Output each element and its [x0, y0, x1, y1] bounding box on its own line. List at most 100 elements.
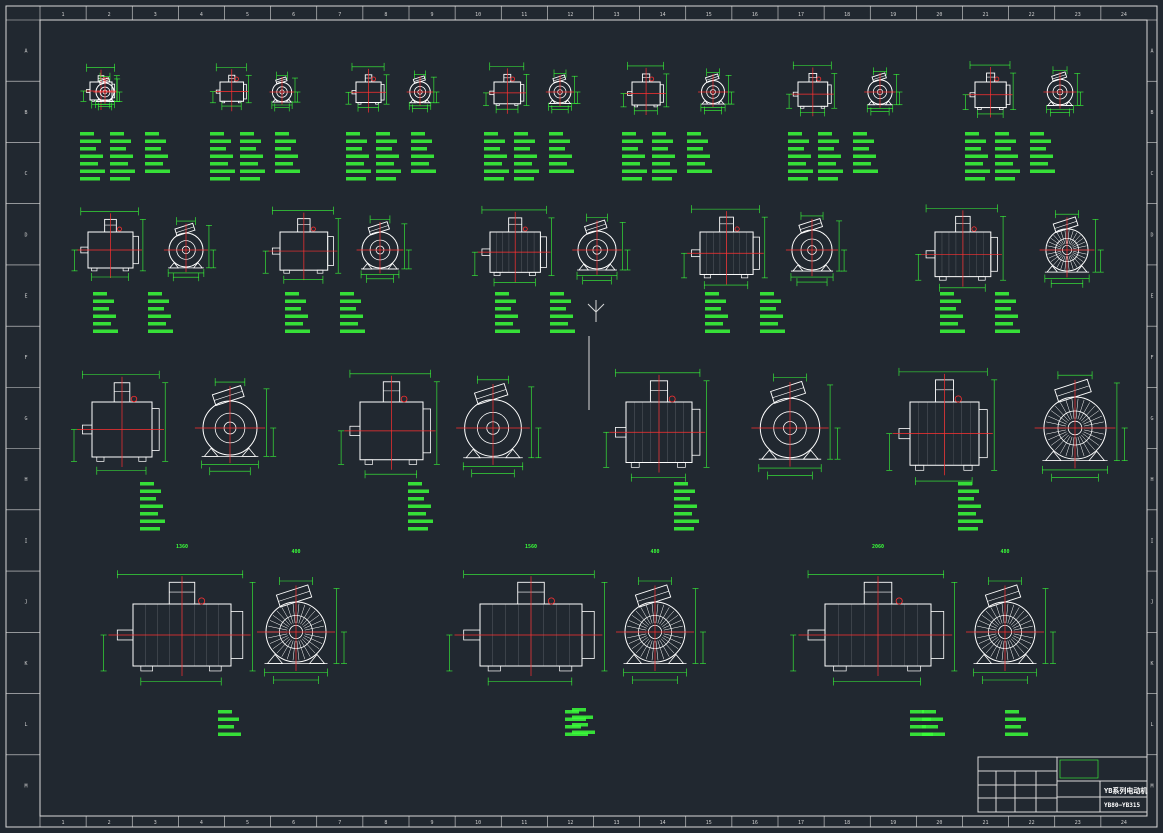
motor-row3-3 [603, 368, 841, 531]
row-label: B [24, 110, 27, 116]
column-label: 16 [752, 12, 758, 18]
column-label-bottom: 10 [475, 820, 481, 826]
column-label-bottom: 2 [108, 820, 111, 826]
motor-row2-5 [915, 204, 1104, 333]
cad-drawing-sheet: 1122334455667788991010111112121313141415… [5, 5, 1158, 828]
motor-row1-4 [483, 62, 581, 181]
outer-frame [5, 5, 1158, 828]
row4-length-label: 2060 [872, 544, 884, 550]
motor-row2-4 [681, 205, 848, 333]
motor-row4-1: 1360 400 [100, 544, 347, 736]
column-label: 12 [567, 12, 573, 18]
column-label: 2 [108, 12, 111, 18]
column-label: 6 [292, 12, 295, 18]
motor-row3-1 [71, 370, 277, 531]
row4-notes [572, 708, 1028, 736]
column-label: 10 [475, 12, 481, 18]
row4-width-label: 480 [1000, 549, 1009, 555]
column-label: 13 [614, 12, 620, 18]
column-label: 5 [246, 12, 249, 18]
row-label: J [24, 600, 27, 606]
row-label: C [24, 171, 27, 177]
column-label: 20 [936, 12, 942, 18]
motor-row4-2: 1560 480 [446, 544, 706, 736]
motor-row2-1 [71, 207, 217, 333]
row-label: I [24, 538, 27, 544]
column-label: 7 [338, 12, 341, 18]
column-label: 23 [1075, 12, 1081, 18]
center-axis-marker [587, 300, 605, 410]
column-label-bottom: 11 [521, 820, 527, 826]
column-label-bottom: 24 [1121, 820, 1127, 826]
column-label-bottom: 8 [384, 820, 387, 826]
motor-row3-4 [886, 367, 1128, 531]
column-label-bottom: 14 [660, 820, 666, 826]
row-label: F [24, 355, 27, 361]
column-label: 18 [844, 12, 850, 18]
motor-row2-2 [262, 206, 412, 333]
row-label-right: K [1150, 661, 1153, 667]
column-label-bottom: 17 [798, 820, 804, 826]
row-label-right: A [1150, 49, 1153, 55]
column-label: 4 [200, 12, 203, 18]
row-label-right: C [1150, 171, 1153, 177]
column-label: 14 [660, 12, 666, 18]
column-label-bottom: 9 [431, 820, 434, 826]
row-label: H [24, 477, 27, 483]
title-block-drawing-no: YB80—YB315 [1104, 802, 1141, 809]
row-label: E [24, 294, 27, 300]
row-label-right: L [1150, 722, 1153, 728]
row4-width-label: 480 [650, 549, 659, 555]
column-label: 21 [983, 12, 989, 18]
column-label-bottom: 18 [844, 820, 850, 826]
motor-views: 1360 400 1560 480 2060 480 [71, 61, 1128, 736]
title-block: YB系列电动机 YB80—YB315 [977, 756, 1148, 813]
column-label-bottom: 20 [936, 820, 942, 826]
row-label-right: D [1150, 232, 1153, 238]
row-label: A [24, 49, 27, 55]
motor-row1-7 [962, 61, 1084, 181]
row4-width-label: 400 [291, 549, 300, 555]
column-label: 3 [154, 12, 157, 18]
column-label: 9 [431, 12, 434, 18]
column-label: 17 [798, 12, 804, 18]
motor-row1-1 [80, 63, 170, 181]
row4-length-label: 1560 [525, 544, 537, 550]
row-label-right: J [1150, 600, 1153, 606]
motor-row3-2 [338, 369, 542, 531]
column-label-bottom: 4 [200, 820, 203, 826]
column-label-bottom: 21 [983, 820, 989, 826]
row-label: K [24, 661, 27, 667]
border-row-labels: A A B B C C D D E E F F G G H H I I J J K K L L M M [24, 49, 1153, 790]
column-label-bottom: 13 [614, 820, 620, 826]
column-label: 1 [62, 12, 65, 18]
column-label-bottom: 5 [246, 820, 249, 826]
row-label-right: H [1150, 477, 1153, 483]
motor-row1-6 [786, 61, 903, 181]
row-label: D [24, 232, 27, 238]
column-label: 24 [1121, 12, 1127, 18]
motor-row1-5 [620, 61, 735, 181]
row-label: L [24, 722, 27, 728]
row4-length-label: 1360 [176, 544, 188, 550]
column-label-bottom: 1 [62, 820, 65, 826]
column-label-bottom: 15 [706, 820, 712, 826]
column-label-bottom: 12 [567, 820, 573, 826]
row-label-right: F [1150, 355, 1153, 361]
column-label-bottom: 16 [752, 820, 758, 826]
inner-frame [39, 19, 1148, 817]
motor-row4-3: 2060 480 [790, 544, 1056, 736]
column-label-bottom: 22 [1029, 820, 1035, 826]
border-ticks [6, 6, 1157, 827]
row-label-right: M [1150, 783, 1153, 789]
row-label-right: B [1150, 110, 1153, 116]
column-label: 8 [384, 12, 387, 18]
motor-row1-3 [345, 62, 440, 181]
column-label-bottom: 7 [338, 820, 341, 826]
row-label-right: I [1150, 538, 1153, 544]
title-block-title: YB系列电动机 [1104, 786, 1147, 795]
row-label: M [24, 783, 27, 789]
column-label: 22 [1029, 12, 1035, 18]
motor-row1-2 [209, 63, 301, 181]
column-label-bottom: 6 [292, 820, 295, 826]
